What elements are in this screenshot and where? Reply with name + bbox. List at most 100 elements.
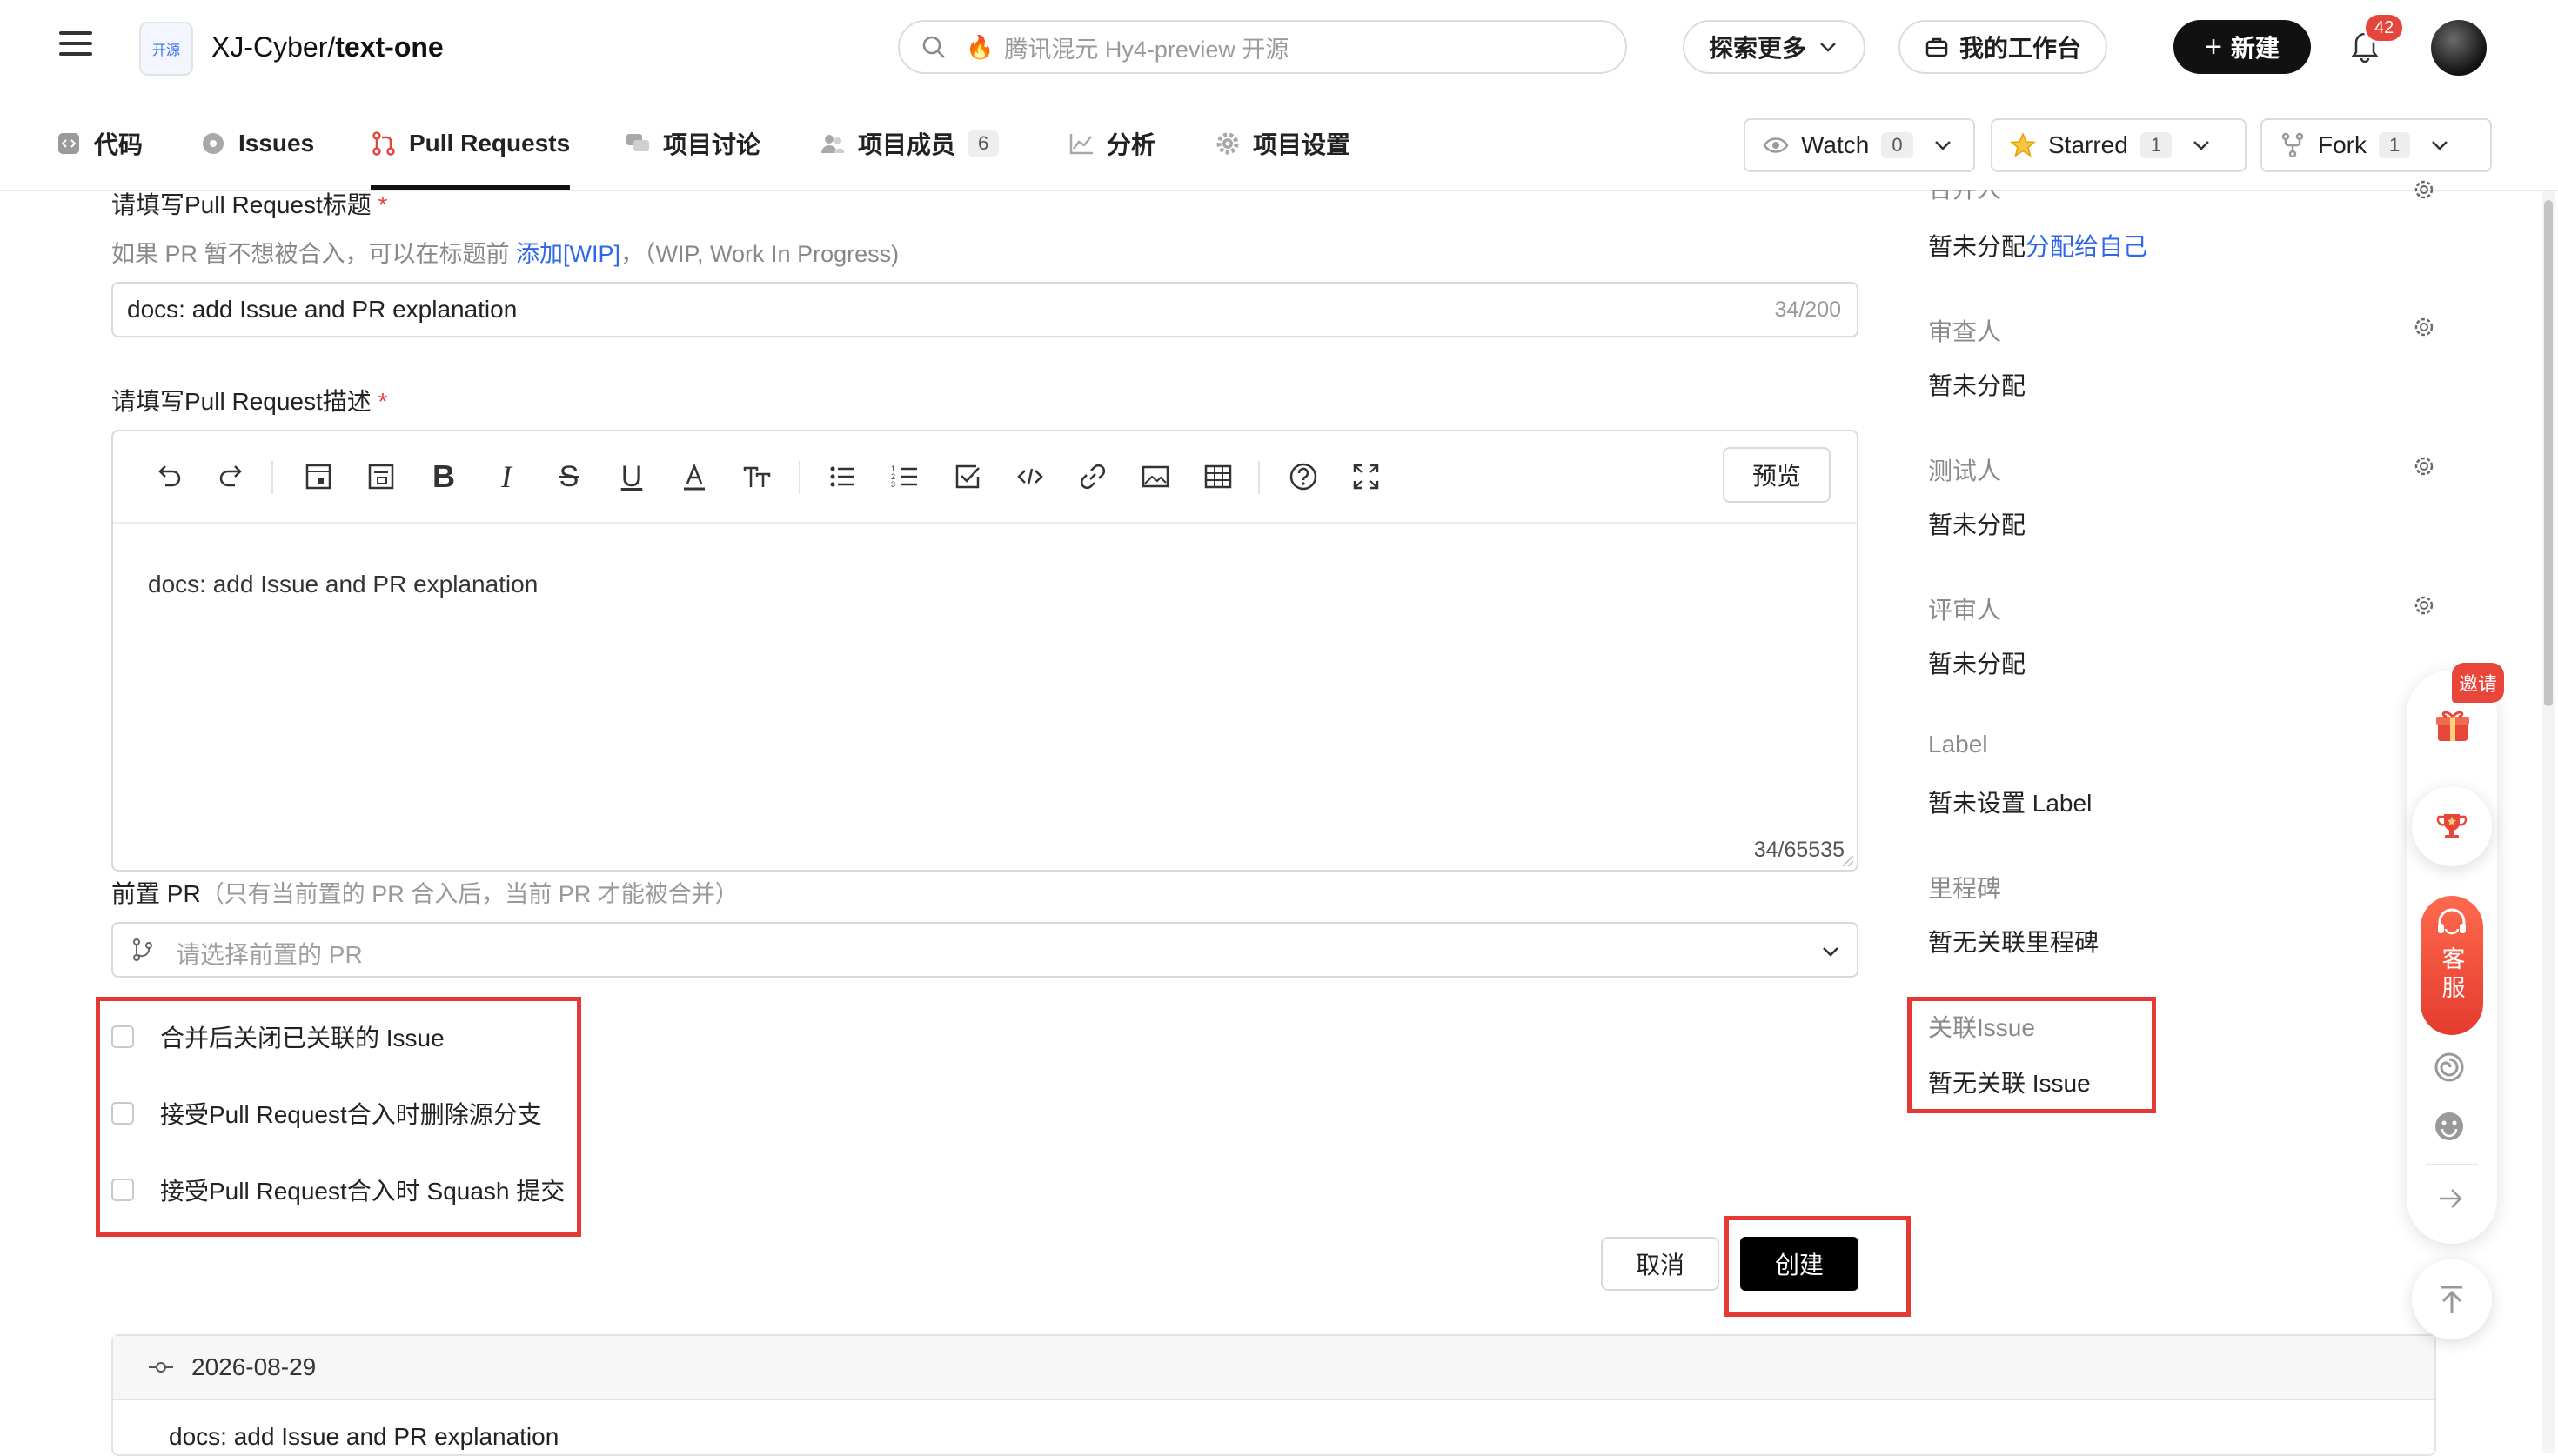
commit-message[interactable]: docs: add Issue and PR explanation	[169, 1423, 559, 1451]
tester-gear-icon[interactable]	[2412, 454, 2436, 478]
ordered-list-icon[interactable]: 123	[886, 458, 924, 496]
redo-icon[interactable]	[212, 458, 251, 496]
chevron-down-icon	[1934, 141, 1951, 150]
back-to-top-button[interactable]	[2412, 1259, 2492, 1339]
table-icon[interactable]	[1199, 458, 1237, 496]
starred-label: Starred	[2048, 131, 2128, 158]
briefcase-icon	[1925, 37, 1948, 57]
fullscreen-icon[interactable]	[1347, 458, 1385, 496]
description-text: docs: add Issue and PR explanation	[148, 571, 539, 598]
new-button[interactable]: + 新建	[2173, 20, 2311, 74]
bullet-list-icon[interactable]	[823, 458, 861, 496]
explore-label: 探索更多	[1709, 35, 1807, 62]
approver-value: 暂未分配	[1928, 651, 2026, 678]
scrollbar-thumb[interactable]	[2544, 200, 2553, 706]
repo-sep: /	[327, 31, 336, 63]
workbench-button[interactable]: 我的工作台	[1898, 20, 2108, 74]
merger-gear-icon[interactable]	[2412, 177, 2436, 202]
merger-value: 暂未分配分配给自己	[1928, 228, 2147, 263]
chevron-down-icon	[1823, 947, 1838, 957]
preview-button[interactable]: 预览	[1723, 447, 1831, 503]
svg-text:3: 3	[891, 480, 895, 489]
fork-button[interactable]: Fork 1	[2260, 118, 2492, 172]
spiral-icon[interactable]	[2433, 1051, 2466, 1088]
members-count: 6	[968, 130, 1000, 157]
prev-pr-placeholder: 请选择前置的 PR	[176, 941, 363, 968]
cancel-button[interactable]: 取消	[1601, 1237, 1719, 1291]
trophy-icon	[2436, 814, 2468, 838]
chevron-down-icon	[1820, 43, 1836, 52]
notification-badge: 42	[2363, 12, 2406, 43]
headset-icon	[2438, 908, 2466, 935]
linked-issue-heading: 关联Issue	[1928, 1014, 2035, 1041]
plus-icon: +	[2205, 30, 2222, 63]
title-label-text: 请填写Pull Request标题	[111, 191, 372, 218]
font-size-icon[interactable]	[738, 458, 776, 496]
text-color-icon[interactable]	[675, 458, 713, 496]
option-close-issue-checkbox[interactable]	[111, 1025, 134, 1048]
chevron-down-icon	[2193, 141, 2209, 150]
bold-icon[interactable]: B	[425, 458, 463, 496]
customer-service-button[interactable]: 客服	[2421, 896, 2483, 1035]
tester-heading: 测试人	[1928, 458, 2002, 484]
tab-pull-requests[interactable]: Pull Requests	[371, 97, 571, 190]
italic-icon[interactable]: I	[487, 458, 526, 496]
tab-discussions[interactable]: 项目讨论	[625, 97, 760, 190]
reviewer-gear-icon[interactable]	[2412, 315, 2436, 339]
watch-button[interactable]: Watch 0	[1744, 118, 1975, 172]
tab-code[interactable]: 代码	[56, 97, 143, 190]
smile-icon[interactable]	[2433, 1110, 2466, 1147]
strikethrough-icon[interactable]: S	[550, 458, 588, 496]
explore-more-button[interactable]: 探索更多	[1683, 20, 1866, 74]
option-squash-checkbox[interactable]	[111, 1179, 134, 1201]
gift-icon[interactable]	[2433, 706, 2473, 746]
add-wip-link[interactable]: 添加[WIP]	[516, 241, 620, 267]
commit-icon	[149, 1362, 173, 1373]
tab-issues[interactable]: Issues	[200, 97, 314, 190]
paragraph-icon[interactable]	[362, 458, 400, 496]
help-icon[interactable]	[1284, 458, 1323, 496]
repo-logo[interactable]: 开源	[139, 22, 193, 76]
underline-icon[interactable]: U	[613, 458, 651, 496]
toolbar-divider	[1258, 461, 1260, 494]
link-icon[interactable]	[1074, 458, 1112, 496]
task-list-icon[interactable]	[948, 458, 987, 496]
starred-button[interactable]: Starred 1	[1991, 118, 2247, 172]
undo-icon[interactable]	[150, 458, 188, 496]
milestone-heading: 里程碑	[1928, 875, 2002, 902]
option-delete-branch-checkbox[interactable]	[111, 1102, 134, 1125]
toolbar-divider	[271, 461, 273, 494]
approver-gear-icon[interactable]	[2412, 593, 2436, 618]
create-label: 创建	[1774, 1252, 1824, 1279]
option-close-issue[interactable]: 合并后关闭已关联的 Issue	[111, 1019, 445, 1054]
resize-handle-icon[interactable]	[1839, 852, 1855, 868]
title-input[interactable]: docs: add Issue and PR explanation 34/20…	[111, 282, 1858, 337]
pull-request-icon	[371, 130, 397, 157]
description-editor[interactable]: B I S U 123 预览 docs: add Issue and PR ex…	[111, 430, 1858, 872]
create-button[interactable]: 创建	[1740, 1237, 1858, 1291]
arrow-right-icon[interactable]	[2434, 1183, 2466, 1219]
assign-to-self-link[interactable]: 分配给自己	[2026, 233, 2147, 260]
repo-title[interactable]: XJ-Cyber/text-one	[211, 31, 444, 63]
user-avatar[interactable]	[2431, 20, 2487, 76]
code-icon[interactable]	[1011, 458, 1049, 496]
trophy-button[interactable]	[2412, 786, 2492, 866]
heading-icon[interactable]	[299, 458, 338, 496]
tab-settings[interactable]: 项目设置	[1215, 97, 1350, 190]
option-squash[interactable]: 接受Pull Request合入时 Squash 提交	[111, 1172, 565, 1207]
option-delete-branch[interactable]: 接受Pull Request合入时删除源分支	[111, 1096, 542, 1131]
image-icon[interactable]	[1136, 458, 1175, 496]
code-icon	[56, 130, 82, 157]
repo-owner[interactable]: XJ-Cyber	[211, 31, 327, 63]
prev-pr-select[interactable]: 请选择前置的 PR	[111, 922, 1858, 978]
desc-label: 请填写Pull Request描述 *	[111, 383, 387, 417]
commits-date: 2026-08-29	[191, 1353, 317, 1380]
menu-icon[interactable]	[59, 24, 92, 63]
issue-icon	[200, 130, 226, 157]
repo-name[interactable]: text-one	[335, 31, 443, 63]
search-box[interactable]: 🔥 腾讯混元 Hy4-preview 开源	[898, 20, 1627, 74]
invite-badge[interactable]: 邀请	[2452, 663, 2504, 703]
tab-members[interactable]: 项目成员 6	[820, 97, 1000, 190]
tab-analysis[interactable]: 分析	[1068, 97, 1155, 190]
tab-code-label: 代码	[94, 131, 144, 158]
